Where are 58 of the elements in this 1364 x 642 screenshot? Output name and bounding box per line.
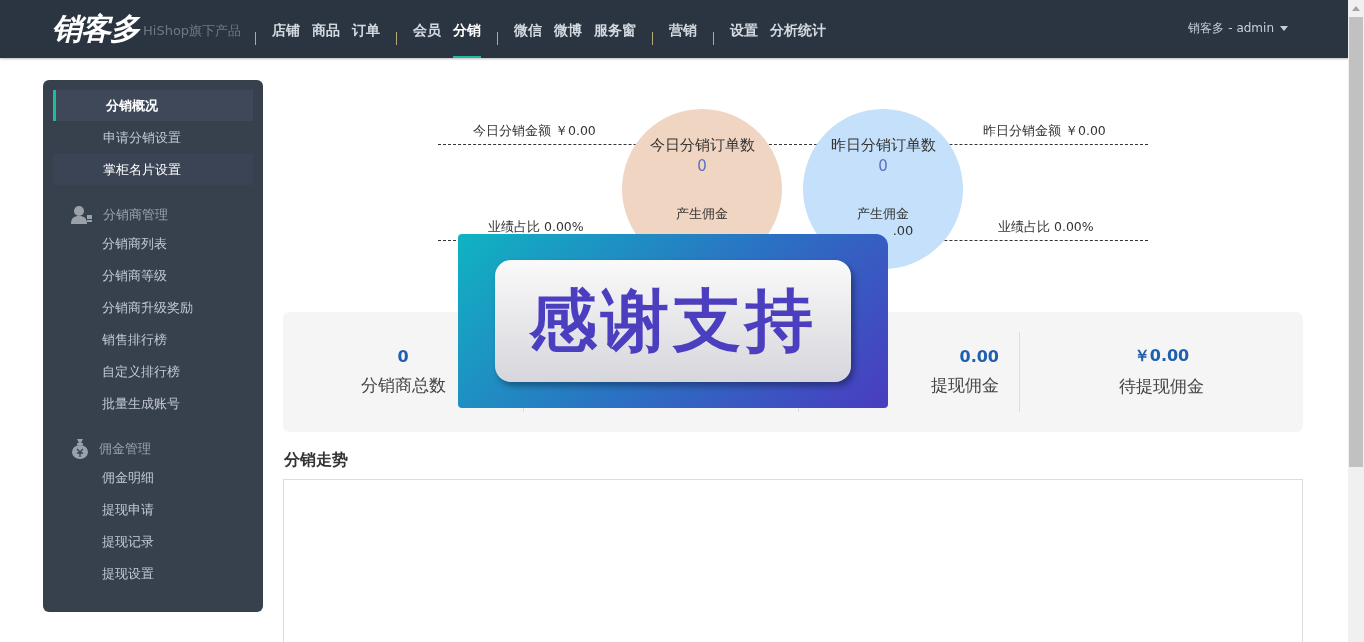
commission-label: 产生佣金 bbox=[857, 205, 909, 223]
stat-label: 待提现佣金 bbox=[1119, 375, 1204, 398]
user-menu[interactable]: 销客多 - admin bbox=[1188, 19, 1288, 37]
sidebar-item[interactable]: 自定义排行榜 bbox=[53, 356, 253, 388]
tagline: HiShop旗下产品 bbox=[143, 22, 242, 40]
sidebar-item[interactable]: 分销商升级奖励 bbox=[53, 292, 253, 324]
user-icon bbox=[71, 206, 93, 224]
money-bag-icon bbox=[71, 439, 89, 459]
sidebar-item[interactable]: 提现记录 bbox=[53, 526, 253, 558]
nav-tab[interactable]: 分析统计 bbox=[770, 18, 827, 58]
circle-value: 0 bbox=[878, 157, 888, 175]
sidebar-item[interactable]: 分销商列表 bbox=[53, 228, 253, 260]
sidebar-item[interactable]: 分销商等级 bbox=[53, 260, 253, 292]
stat-label: 分销商总数 bbox=[360, 374, 446, 397]
sidebar-item[interactable]: 佣金明细 bbox=[53, 462, 253, 494]
circle-title: 昨日分销订单数 bbox=[830, 136, 936, 155]
nav-separator bbox=[652, 31, 654, 45]
stat-label: 提现佣金 bbox=[931, 374, 999, 397]
group-title: 分销商管理 bbox=[103, 206, 168, 224]
section-title: 分销走势 bbox=[284, 450, 349, 471]
nav-separator bbox=[713, 31, 715, 45]
nav-tab[interactable]: 店铺 bbox=[272, 18, 301, 58]
today-amount: 今日分销金额 ￥0.00 bbox=[473, 123, 596, 140]
nav-separator bbox=[396, 31, 398, 45]
sidebar-item[interactable]: 掌柜名片设置 bbox=[53, 154, 253, 185]
scrollbar[interactable] bbox=[1348, 0, 1364, 642]
scroll-up-icon[interactable] bbox=[1352, 6, 1360, 11]
commission-label: 产生佣金 bbox=[676, 205, 728, 223]
nav-tab[interactable]: 微信 bbox=[514, 18, 543, 58]
nav-tab[interactable]: 会员 bbox=[413, 18, 442, 58]
sidebar-item[interactable]: 分销概况 bbox=[53, 90, 253, 121]
nav-tab[interactable]: 订单 bbox=[352, 18, 381, 58]
logo: 销客多 bbox=[52, 12, 139, 46]
nav-tab[interactable]: 分销 bbox=[453, 18, 482, 58]
stat-value: ￥0.00 bbox=[1133, 346, 1190, 367]
stat-value: 0.00 bbox=[959, 347, 999, 366]
yesterday-amount: 昨日分销金额 ￥0.00 bbox=[983, 123, 1106, 140]
nav-tab[interactable]: 设置 bbox=[730, 18, 759, 58]
nav-separator bbox=[255, 31, 257, 45]
today-share: 业绩占比 0.00% bbox=[488, 219, 584, 236]
sidebar-item[interactable]: 批量生成账号 bbox=[53, 388, 253, 420]
sidebar-item[interactable]: 提现设置 bbox=[53, 558, 253, 590]
nav-tab[interactable]: 商品 bbox=[312, 18, 341, 58]
nav-tab[interactable]: 微博 bbox=[554, 18, 583, 58]
nav-tab[interactable]: 营销 bbox=[669, 18, 698, 58]
thanks-banner: 感谢支持 bbox=[458, 234, 888, 408]
nav-tab[interactable]: 服务窗 bbox=[594, 18, 637, 58]
circle-title: 今日分销订单数 bbox=[649, 136, 755, 155]
stat-value: 0 bbox=[397, 347, 409, 366]
nav-separator bbox=[497, 31, 499, 45]
commission-value: .00 bbox=[892, 223, 914, 238]
group-title: 佣金管理 bbox=[99, 440, 151, 458]
sidebar-item[interactable]: 销售排行榜 bbox=[53, 324, 253, 356]
yesterday-share: 业绩占比 0.00% bbox=[998, 219, 1094, 236]
sidebar-item[interactable]: 提现申请 bbox=[53, 494, 253, 526]
caret-icon bbox=[1280, 25, 1288, 31]
sidebar-item[interactable]: 申请分销设置 bbox=[53, 122, 253, 153]
circle-value: 0 bbox=[697, 157, 707, 175]
